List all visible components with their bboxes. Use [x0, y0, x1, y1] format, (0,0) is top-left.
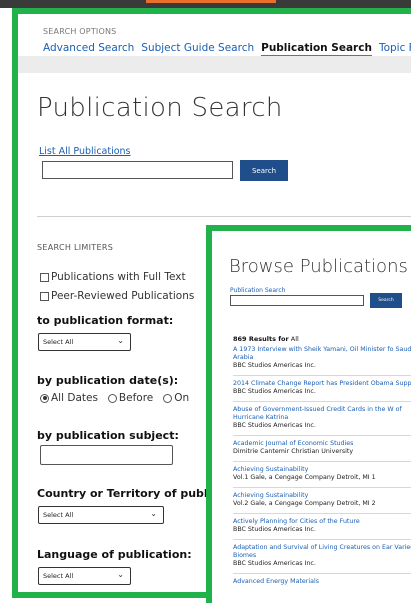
page-title: Publication Search	[37, 93, 283, 123]
radio-on-label: On	[174, 392, 190, 404]
tab-publication-search[interactable]: Publication Search	[261, 42, 372, 57]
publication-results-list: A 1973 Interview with Sheik Yamani, Oil …	[233, 346, 411, 591]
publication-title-link[interactable]: Achieving Sustainability	[233, 466, 411, 474]
format-select[interactable]: Select All ⌄	[38, 333, 131, 351]
list-item: A 1973 Interview with Sheik Yamani, Oil …	[233, 346, 411, 370]
list-item: Academic Journal of Economic Studies Dim…	[233, 440, 411, 456]
list-item: Achieving Sustainability Vol.1 Gale, a C…	[233, 466, 411, 482]
list-item: Abuse of Government-Issued Credit Cards …	[233, 406, 411, 430]
publication-publisher: BBC Studios Americas Inc.	[233, 388, 316, 395]
divider	[233, 375, 411, 376]
format-select-value: Select All	[43, 338, 74, 346]
language-select[interactable]: Select All ⌄	[38, 567, 131, 585]
chevron-down-icon: ⌄	[117, 570, 124, 579]
results-count: 869 Results for	[233, 335, 289, 343]
language-heading: Language of publication:	[37, 548, 192, 561]
tab-advanced-search[interactable]: Advanced Search	[43, 42, 134, 57]
search-options-label: SEARCH OPTIONS	[43, 27, 117, 36]
tab-subject-guide-search[interactable]: Subject Guide Search	[141, 42, 254, 57]
search-limiters-label: SEARCH LIMITERS	[37, 243, 114, 252]
divider	[233, 435, 411, 436]
peer-reviewed-checkbox-row[interactable]: Peer-Reviewed Publications	[40, 290, 194, 302]
publication-publisher: BBC Studios Americas Inc.	[233, 422, 316, 429]
list-item: 2014 Climate Change Report has President…	[233, 380, 411, 396]
browse-title: Browse Publications	[229, 256, 408, 277]
radio-dot[interactable]	[163, 393, 173, 403]
radio-all-dates-label: All Dates	[51, 392, 98, 404]
divider	[233, 487, 411, 488]
publication-title-link[interactable]: Academic Journal of Economic Studies	[233, 440, 411, 448]
results-summary: 869 Results for All	[233, 335, 299, 343]
radio-dot[interactable]	[107, 393, 117, 403]
subject-input[interactable]	[40, 445, 173, 465]
list-item: Actively Planning for Cities of the Futu…	[233, 518, 411, 534]
radio-on[interactable]: On	[163, 392, 189, 404]
publication-title-link[interactable]: Actively Planning for Cities of the Futu…	[233, 518, 411, 526]
list-item: Advanced Energy Materials	[233, 578, 411, 586]
publication-title-link[interactable]: Abuse of Government-Issued Credit Cards …	[233, 406, 411, 422]
divider	[233, 573, 411, 574]
tab-topic-finder[interactable]: Topic Finder	[379, 42, 411, 57]
header-band	[18, 56, 411, 73]
publication-search-button[interactable]: Search	[240, 160, 288, 181]
browse-publications-panel: Browse Publications Publication Search S…	[206, 225, 411, 603]
radio-before[interactable]: Before	[107, 392, 154, 404]
divider	[233, 513, 411, 514]
screenshot-stage: SEARCH OPTIONS Advanced Search Subject G…	[0, 0, 411, 603]
publication-title-link[interactable]: A 1973 Interview with Sheik Yamani, Oil …	[233, 346, 411, 362]
browse-search-button[interactable]: Search	[370, 293, 402, 308]
publication-title-link[interactable]: Achieving Sustainability	[233, 492, 411, 500]
subject-heading: by publication subject:	[37, 429, 179, 442]
section-divider	[37, 216, 411, 217]
country-select[interactable]: Select All ⌄	[38, 506, 164, 524]
divider	[233, 461, 411, 462]
browse-search-label: Publication Search	[230, 287, 286, 294]
list-all-publications-link[interactable]: List All Publications	[39, 146, 131, 157]
chevron-down-icon: ⌄	[150, 509, 157, 518]
date-radio-group: All Dates Before On	[40, 392, 189, 404]
chevron-down-icon: ⌄	[117, 336, 124, 345]
search-options-tabs: Advanced Search Subject Guide Search Pub…	[43, 42, 411, 57]
browse-search-input[interactable]	[230, 295, 364, 306]
date-heading: by publication date(s):	[37, 374, 179, 387]
publication-publisher: BBC Studios Americas Inc.	[233, 560, 316, 567]
divider	[233, 539, 411, 540]
publication-title-link[interactable]: Advanced Energy Materials	[233, 578, 411, 586]
publication-publisher: Vol.1 Gale, a Cengage Company Detroit, M…	[233, 474, 376, 481]
publication-title-link[interactable]: 2014 Climate Change Report has President…	[233, 380, 411, 388]
format-heading: to publication format:	[37, 314, 174, 327]
country-select-value: Select All	[43, 511, 74, 519]
list-item: Adaptation and Survival of Living Creatu…	[233, 544, 411, 568]
top-bar	[0, 0, 411, 8]
publication-title-link[interactable]: Adaptation and Survival of Living Creatu…	[233, 544, 411, 560]
radio-before-label: Before	[118, 392, 154, 404]
full-text-label: Publications with Full Text	[51, 271, 186, 283]
publication-publisher: Dimitrie Cantemir Christian University	[233, 448, 354, 455]
peer-reviewed-label: Peer-Reviewed Publications	[51, 290, 195, 302]
full-text-checkbox-row[interactable]: Publications with Full Text	[40, 271, 186, 283]
radio-dot-selected[interactable]	[40, 393, 49, 403]
publication-publisher: Vol.2 Gale, a Cengage Company Detroit, M…	[233, 500, 376, 507]
language-select-value: Select All	[43, 572, 74, 580]
divider	[233, 401, 411, 402]
radio-all-dates[interactable]: All Dates	[40, 392, 98, 404]
publication-publisher: BBC Studios Americas Inc.	[233, 362, 316, 369]
results-query: All	[290, 335, 299, 343]
peer-reviewed-checkbox[interactable]	[40, 291, 49, 301]
publication-search-input[interactable]	[42, 161, 233, 179]
publication-publisher: BBC Studios Americas Inc.	[233, 526, 316, 533]
list-item: Achieving Sustainability Vol.2 Gale, a C…	[233, 492, 411, 508]
top-accent	[146, 0, 276, 3]
full-text-checkbox[interactable]	[40, 272, 49, 282]
